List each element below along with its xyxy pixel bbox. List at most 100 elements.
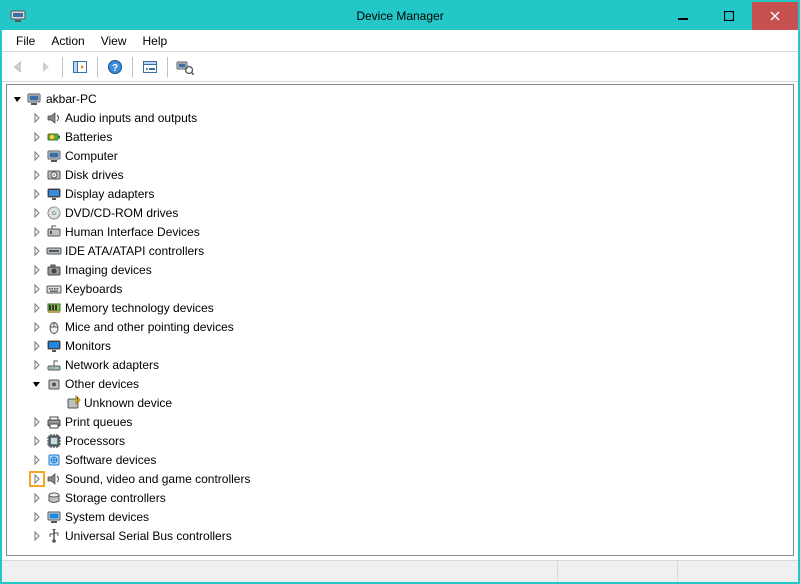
properties-icon [142, 59, 158, 75]
menubar: File Action View Help [2, 30, 798, 52]
tree-node-label: Mice and other pointing devices [65, 320, 234, 334]
expand-icon [30, 529, 44, 543]
toolbar-separator [132, 57, 133, 77]
expand-icon [30, 263, 44, 277]
tree-node-label: Keyboards [65, 282, 122, 296]
cpu-icon [46, 433, 62, 449]
speaker-icon [46, 471, 62, 487]
tree-node-label: Processors [65, 434, 125, 448]
expand-icon [30, 187, 44, 201]
speaker-icon [46, 110, 62, 126]
collapse-icon[interactable] [30, 377, 44, 391]
expand-icon [30, 434, 44, 448]
cpu-icon [46, 433, 62, 449]
monitor-icon [46, 338, 62, 354]
maximize-button[interactable] [706, 2, 752, 30]
memory-icon [46, 300, 62, 316]
tree-node[interactable]: Print queues [11, 412, 789, 431]
tree-node[interactable]: Other devices [11, 374, 789, 393]
minimize-button[interactable] [660, 2, 706, 30]
status-cell [558, 561, 678, 582]
tree-node[interactable]: Mice and other pointing devices [11, 317, 789, 336]
show-hidden-button[interactable] [67, 55, 93, 79]
printer-icon [46, 414, 62, 430]
tree-node-label: System devices [65, 510, 149, 524]
expand-icon [30, 225, 44, 239]
tree-node[interactable]: Imaging devices [11, 260, 789, 279]
speaker-icon [46, 110, 62, 126]
hid-icon [46, 224, 62, 240]
network-icon [46, 357, 62, 373]
tree-node[interactable]: Monitors [11, 336, 789, 355]
minimize-icon [678, 11, 688, 21]
tree-node[interactable]: IDE ATA/ATAPI controllers [11, 241, 789, 260]
system-icon [46, 509, 62, 525]
tree-node[interactable]: System devices [11, 507, 789, 526]
speaker-icon [46, 471, 62, 487]
tree-node[interactable]: Storage controllers [11, 488, 789, 507]
camera-icon [46, 262, 62, 278]
software-icon [46, 452, 62, 468]
tree-node[interactable]: Batteries [11, 127, 789, 146]
tree-node-label: Human Interface Devices [65, 225, 200, 239]
back-button[interactable] [6, 55, 32, 79]
scan-button[interactable] [172, 55, 198, 79]
tree-node[interactable]: Audio inputs and outputs [11, 108, 789, 127]
tree-node-label: Monitors [65, 339, 111, 353]
tree-node[interactable]: Disk drives [11, 165, 789, 184]
tree-node[interactable]: Sound, video and game controllers [11, 469, 789, 488]
tree-node-label: Computer [65, 149, 118, 163]
expand-icon [30, 301, 44, 315]
battery-icon [46, 129, 62, 145]
tree-node[interactable]: Network adapters [11, 355, 789, 374]
expand-icon [30, 358, 44, 372]
disk-icon [46, 167, 62, 183]
tree-root-node[interactable]: akbar-PC [11, 89, 789, 108]
tree-node[interactable]: Universal Serial Bus controllers [11, 526, 789, 545]
expand-icon [30, 149, 44, 163]
tree-node-label: Storage controllers [65, 491, 166, 505]
keyboard-icon [46, 281, 62, 297]
menu-view[interactable]: View [93, 32, 135, 50]
mouse-icon [46, 319, 62, 335]
toolbar: ? [2, 52, 798, 82]
menu-help[interactable]: Help [135, 32, 176, 50]
titlebar[interactable]: Device Manager [2, 2, 798, 30]
tree-node[interactable]: Keyboards [11, 279, 789, 298]
status-cell [678, 561, 798, 582]
statusbar [2, 560, 798, 582]
expand-icon [30, 453, 44, 467]
expand-icon [30, 282, 44, 296]
help-button[interactable]: ? [102, 55, 128, 79]
disk-icon [46, 167, 62, 183]
tree-node-label: akbar-PC [46, 92, 97, 106]
tree-node[interactable]: Computer [11, 146, 789, 165]
tree-node[interactable]: Processors [11, 431, 789, 450]
svg-text:?: ? [112, 63, 118, 74]
menu-file[interactable]: File [8, 32, 43, 50]
device-tree-panel[interactable]: akbar-PC Audio inputs and outputsBatterie… [6, 84, 794, 556]
expand-icon [30, 206, 44, 220]
tree-node[interactable]: Software devices [11, 450, 789, 469]
tree-node-label: Disk drives [65, 168, 124, 182]
expand-icon [30, 415, 44, 429]
storage-icon [46, 490, 62, 506]
close-button[interactable] [752, 2, 798, 30]
menu-action[interactable]: Action [43, 32, 92, 50]
tree-node[interactable]: Display adapters [11, 184, 789, 203]
forward-button[interactable] [32, 55, 58, 79]
tree-node-label: Unknown device [84, 396, 172, 410]
tree-node[interactable]: Human Interface Devices [11, 222, 789, 241]
storage-icon [46, 490, 62, 506]
toolbar-separator [167, 57, 168, 77]
toolbar-separator [62, 57, 63, 77]
properties-button[interactable] [137, 55, 163, 79]
tree-node[interactable]: DVD/CD-ROM drives [11, 203, 789, 222]
collapse-icon[interactable] [11, 92, 25, 106]
expand-icon [30, 472, 44, 486]
unknown-icon: ! [65, 395, 81, 411]
scan-icon [176, 59, 194, 75]
tree-node[interactable]: Memory technology devices [11, 298, 789, 317]
tree-node[interactable]: !Unknown device [11, 393, 789, 412]
computer-icon [46, 148, 62, 164]
